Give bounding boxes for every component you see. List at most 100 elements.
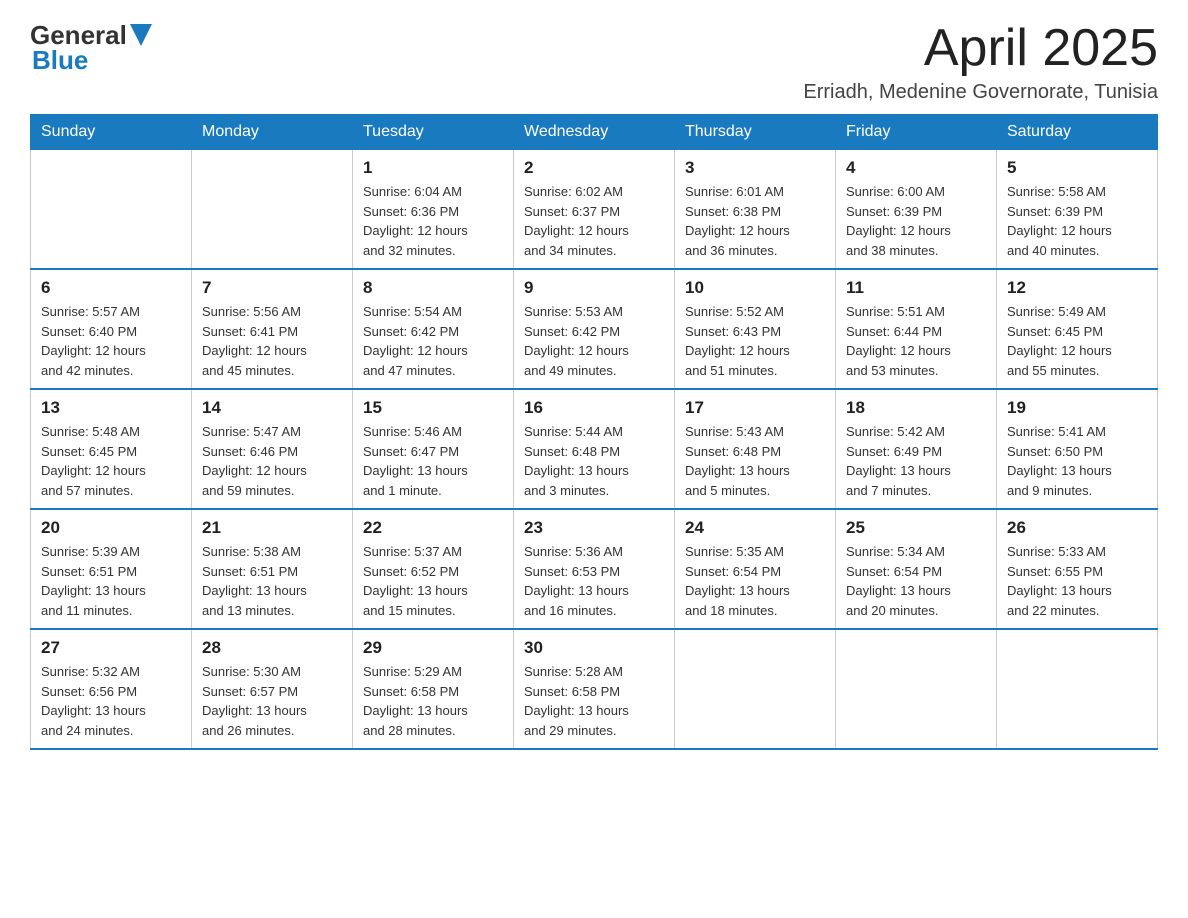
day-number: 23 bbox=[524, 518, 664, 538]
day-info: Sunrise: 5:48 AMSunset: 6:45 PMDaylight:… bbox=[41, 422, 181, 500]
day-number: 18 bbox=[846, 398, 986, 418]
calendar-cell: 25 Sunrise: 5:34 AMSunset: 6:54 PMDayligh… bbox=[836, 509, 997, 629]
calendar-cell bbox=[675, 629, 836, 749]
calendar-header-saturday: Saturday bbox=[997, 115, 1158, 150]
day-info: Sunrise: 5:44 AMSunset: 6:48 PMDaylight:… bbox=[524, 422, 664, 500]
day-info: Sunrise: 5:58 AMSunset: 6:39 PMDaylight:… bbox=[1007, 182, 1147, 260]
day-number: 26 bbox=[1007, 518, 1147, 538]
day-info: Sunrise: 6:01 AMSunset: 6:38 PMDaylight:… bbox=[685, 182, 825, 260]
day-number: 6 bbox=[41, 278, 181, 298]
calendar-header-friday: Friday bbox=[836, 115, 997, 150]
day-number: 15 bbox=[363, 398, 503, 418]
calendar-week-row: 13 Sunrise: 5:48 AMSunset: 6:45 PMDayligh… bbox=[31, 389, 1158, 509]
calendar-cell: 30 Sunrise: 5:28 AMSunset: 6:58 PMDayligh… bbox=[514, 629, 675, 749]
calendar-cell: 13 Sunrise: 5:48 AMSunset: 6:45 PMDayligh… bbox=[31, 389, 192, 509]
day-info: Sunrise: 5:33 AMSunset: 6:55 PMDaylight:… bbox=[1007, 542, 1147, 620]
day-info: Sunrise: 5:41 AMSunset: 6:50 PMDaylight:… bbox=[1007, 422, 1147, 500]
calendar-week-row: 6Sunrise: 5:57 AMSunset: 6:40 PMDaylight… bbox=[31, 269, 1158, 389]
calendar-cell: 29Sunrise: 5:29 AMSunset: 6:58 PMDayligh… bbox=[353, 629, 514, 749]
day-number: 8 bbox=[363, 278, 503, 298]
title-section: April 2025 Erriadh, Medenine Governorate… bbox=[803, 20, 1158, 104]
calendar-cell: 3 Sunrise: 6:01 AMSunset: 6:38 PMDaylight… bbox=[675, 150, 836, 270]
calendar-cell: 27Sunrise: 5:32 AMSunset: 6:56 PMDayligh… bbox=[31, 629, 192, 749]
calendar-header-tuesday: Tuesday bbox=[353, 115, 514, 150]
day-number: 5 bbox=[1007, 158, 1147, 178]
day-number: 11 bbox=[846, 278, 986, 298]
day-info: Sunrise: 5:38 AMSunset: 6:51 PMDaylight:… bbox=[202, 542, 342, 620]
day-info: Sunrise: 5:28 AMSunset: 6:58 PMDaylight:… bbox=[524, 662, 664, 740]
day-info: Sunrise: 5:54 AMSunset: 6:42 PMDaylight:… bbox=[363, 302, 503, 380]
day-number: 2 bbox=[524, 158, 664, 178]
day-info: Sunrise: 6:00 AMSunset: 6:39 PMDaylight:… bbox=[846, 182, 986, 260]
day-number: 12 bbox=[1007, 278, 1147, 298]
calendar-cell: 23 Sunrise: 5:36 AMSunset: 6:53 PMDayligh… bbox=[514, 509, 675, 629]
day-number: 13 bbox=[41, 398, 181, 418]
calendar-cell: 19 Sunrise: 5:41 AMSunset: 6:50 PMDayligh… bbox=[997, 389, 1158, 509]
calendar-cell: 16 Sunrise: 5:44 AMSunset: 6:48 PMDayligh… bbox=[514, 389, 675, 509]
day-number: 28 bbox=[202, 638, 342, 658]
calendar-cell: 5 Sunrise: 5:58 AMSunset: 6:39 PMDaylight… bbox=[997, 150, 1158, 270]
calendar-header-monday: Monday bbox=[192, 115, 353, 150]
day-info: Sunrise: 5:30 AMSunset: 6:57 PMDaylight:… bbox=[202, 662, 342, 740]
calendar-cell: 26 Sunrise: 5:33 AMSunset: 6:55 PMDayligh… bbox=[997, 509, 1158, 629]
day-info: Sunrise: 5:46 AMSunset: 6:47 PMDaylight:… bbox=[363, 422, 503, 500]
day-number: 19 bbox=[1007, 398, 1147, 418]
day-number: 16 bbox=[524, 398, 664, 418]
calendar-cell: 8 Sunrise: 5:54 AMSunset: 6:42 PMDaylight… bbox=[353, 269, 514, 389]
calendar-week-row: 1Sunrise: 6:04 AMSunset: 6:36 PMDaylight… bbox=[31, 150, 1158, 270]
day-info: Sunrise: 5:53 AMSunset: 6:42 PMDaylight:… bbox=[524, 302, 664, 380]
logo-triangle-icon bbox=[130, 24, 152, 46]
day-info: Sunrise: 5:43 AMSunset: 6:48 PMDaylight:… bbox=[685, 422, 825, 500]
day-number: 22 bbox=[363, 518, 503, 538]
day-info: Sunrise: 5:34 AMSunset: 6:54 PMDaylight:… bbox=[846, 542, 986, 620]
calendar-cell bbox=[31, 150, 192, 270]
calendar-cell: 11 Sunrise: 5:51 AMSunset: 6:44 PMDayligh… bbox=[836, 269, 997, 389]
calendar-cell: 14Sunrise: 5:47 AMSunset: 6:46 PMDayligh… bbox=[192, 389, 353, 509]
calendar-table: SundayMondayTuesdayWednesdayThursdayFrid… bbox=[30, 114, 1158, 750]
calendar-cell: 22 Sunrise: 5:37 AMSunset: 6:52 PMDayligh… bbox=[353, 509, 514, 629]
calendar-cell: 6Sunrise: 5:57 AMSunset: 6:40 PMDaylight… bbox=[31, 269, 192, 389]
day-number: 3 bbox=[685, 158, 825, 178]
calendar-cell bbox=[997, 629, 1158, 749]
day-info: Sunrise: 5:35 AMSunset: 6:54 PMDaylight:… bbox=[685, 542, 825, 620]
calendar-header-wednesday: Wednesday bbox=[514, 115, 675, 150]
calendar-cell: 1Sunrise: 6:04 AMSunset: 6:36 PMDaylight… bbox=[353, 150, 514, 270]
day-info: Sunrise: 5:42 AMSunset: 6:49 PMDaylight:… bbox=[846, 422, 986, 500]
calendar-week-row: 27Sunrise: 5:32 AMSunset: 6:56 PMDayligh… bbox=[31, 629, 1158, 749]
day-info: Sunrise: 6:04 AMSunset: 6:36 PMDaylight:… bbox=[363, 182, 503, 260]
calendar-cell: 7Sunrise: 5:56 AMSunset: 6:41 PMDaylight… bbox=[192, 269, 353, 389]
day-info: Sunrise: 5:39 AMSunset: 6:51 PMDaylight:… bbox=[41, 542, 181, 620]
calendar-cell bbox=[836, 629, 997, 749]
logo: General Blue bbox=[30, 20, 152, 76]
day-info: Sunrise: 5:37 AMSunset: 6:52 PMDaylight:… bbox=[363, 542, 503, 620]
day-info: Sunrise: 5:47 AMSunset: 6:46 PMDaylight:… bbox=[202, 422, 342, 500]
calendar-cell: 28 Sunrise: 5:30 AMSunset: 6:57 PMDayligh… bbox=[192, 629, 353, 749]
calendar-cell: 17 Sunrise: 5:43 AMSunset: 6:48 PMDayligh… bbox=[675, 389, 836, 509]
day-number: 25 bbox=[846, 518, 986, 538]
main-title: April 2025 bbox=[803, 20, 1158, 77]
day-info: Sunrise: 5:32 AMSunset: 6:56 PMDaylight:… bbox=[41, 662, 181, 740]
subtitle: Erriadh, Medenine Governorate, Tunisia bbox=[803, 81, 1158, 104]
calendar-header-sunday: Sunday bbox=[31, 115, 192, 150]
calendar-cell bbox=[192, 150, 353, 270]
calendar-cell: 4Sunrise: 6:00 AMSunset: 6:39 PMDaylight… bbox=[836, 150, 997, 270]
calendar-cell: 9 Sunrise: 5:53 AMSunset: 6:42 PMDaylight… bbox=[514, 269, 675, 389]
day-number: 21 bbox=[202, 518, 342, 538]
calendar-cell: 24 Sunrise: 5:35 AMSunset: 6:54 PMDayligh… bbox=[675, 509, 836, 629]
calendar-cell: 20Sunrise: 5:39 AMSunset: 6:51 PMDayligh… bbox=[31, 509, 192, 629]
calendar-cell: 2 Sunrise: 6:02 AMSunset: 6:37 PMDaylight… bbox=[514, 150, 675, 270]
day-number: 10 bbox=[685, 278, 825, 298]
logo-blue-text: Blue bbox=[32, 45, 88, 76]
calendar-header-thursday: Thursday bbox=[675, 115, 836, 150]
calendar-cell: 18 Sunrise: 5:42 AMSunset: 6:49 PMDayligh… bbox=[836, 389, 997, 509]
calendar-cell: 15 Sunrise: 5:46 AMSunset: 6:47 PMDayligh… bbox=[353, 389, 514, 509]
page-header: General Blue April 2025 Erriadh, Medenin… bbox=[30, 20, 1158, 104]
day-number: 30 bbox=[524, 638, 664, 658]
day-info: Sunrise: 5:36 AMSunset: 6:53 PMDaylight:… bbox=[524, 542, 664, 620]
day-number: 9 bbox=[524, 278, 664, 298]
day-info: Sunrise: 6:02 AMSunset: 6:37 PMDaylight:… bbox=[524, 182, 664, 260]
calendar-cell: 10Sunrise: 5:52 AMSunset: 6:43 PMDayligh… bbox=[675, 269, 836, 389]
day-info: Sunrise: 5:51 AMSunset: 6:44 PMDaylight:… bbox=[846, 302, 986, 380]
day-number: 17 bbox=[685, 398, 825, 418]
day-number: 24 bbox=[685, 518, 825, 538]
